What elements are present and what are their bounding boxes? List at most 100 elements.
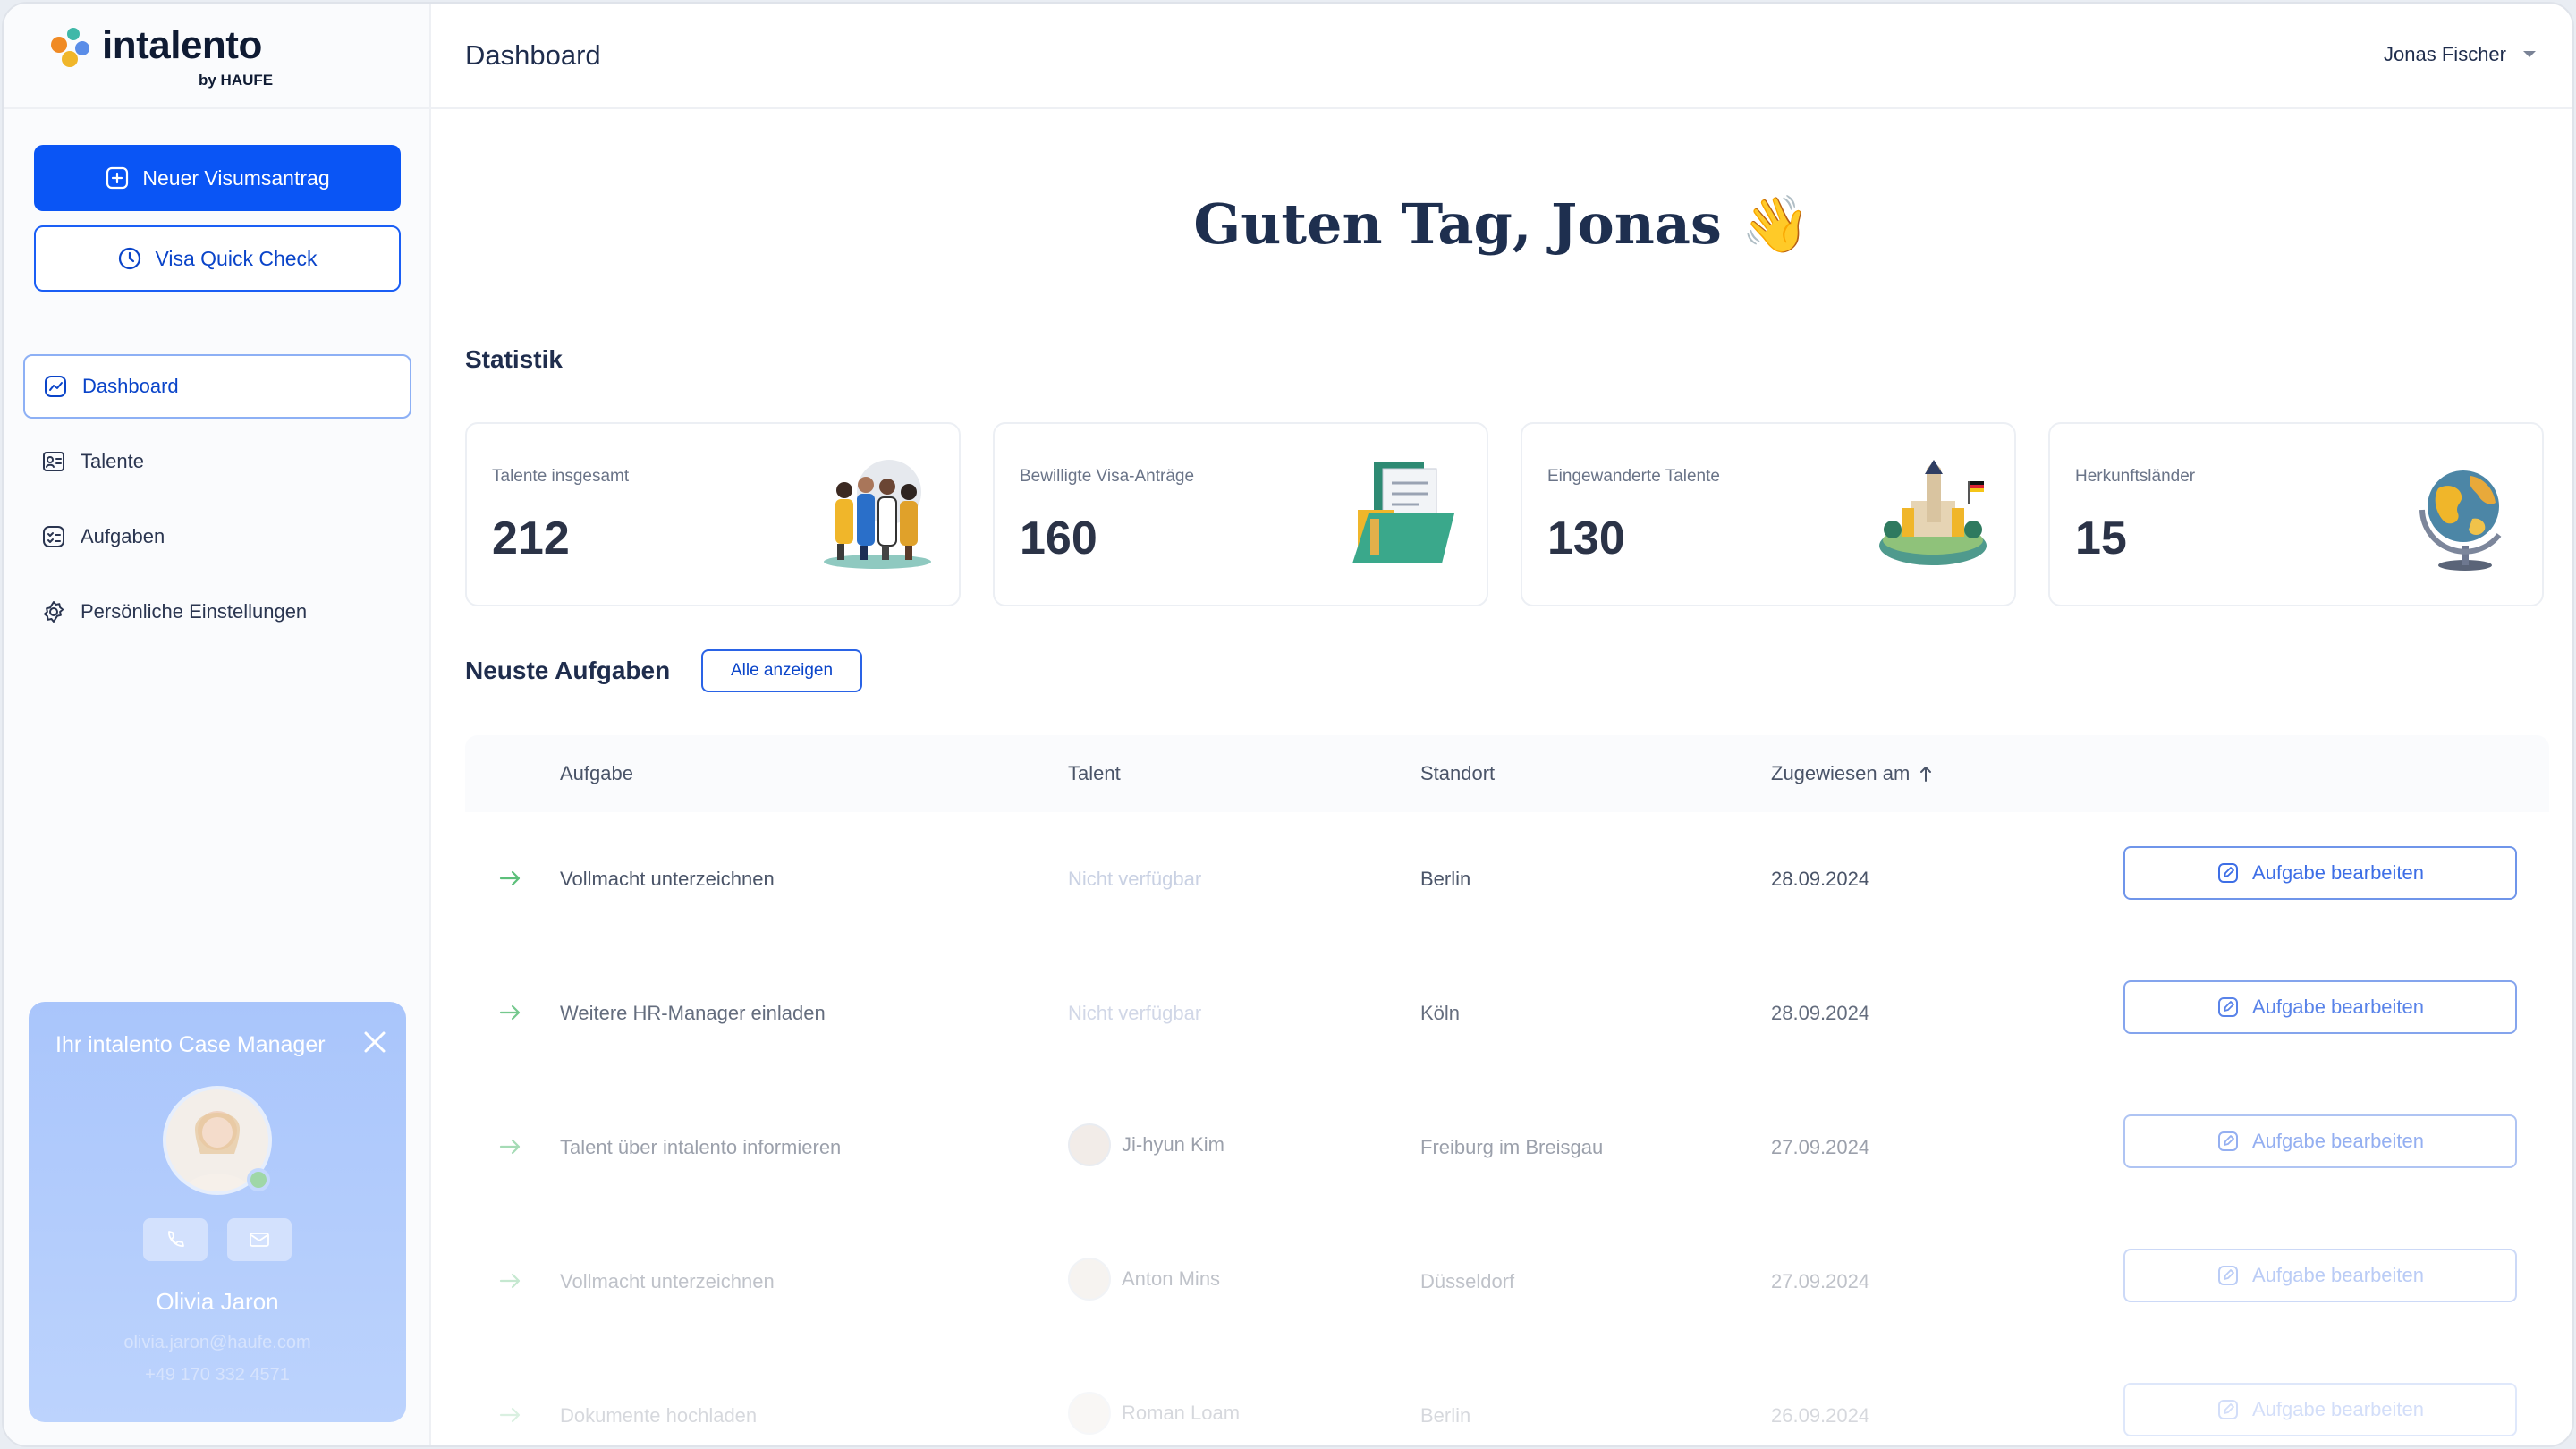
chevron-down-icon (2523, 51, 2536, 57)
table-header: Aufgabe Talent Standort Zugewiesen am (465, 735, 2549, 812)
stat-card-immigrated: Eingewanderte Talente 130 (1521, 422, 2016, 606)
brand-name: intalento (102, 23, 262, 67)
stat-label: Herkunftsländer (2075, 467, 2196, 486)
assigned-date: 27.09.2024 (1771, 1136, 1870, 1158)
edit-task-label: Aufgabe bearbeiten (2251, 1130, 2425, 1152)
stat-card-talents: Talente insgesamt 212 (465, 422, 961, 606)
task-name: Vollmacht unterzeichnen (560, 1270, 775, 1292)
new-visa-button[interactable]: Neuer Visumsantrag (34, 145, 401, 211)
arrow-right-icon (499, 1004, 521, 1021)
table-row[interactable]: Talent über intalento informieren Ji-hyu… (465, 1080, 2549, 1215)
logo-bar: intalento by HAUFE (4, 4, 429, 109)
edit-task-button[interactable]: Aufgabe bearbeiten (2123, 980, 2517, 1034)
sidebar-item-settings[interactable]: Persönliche Einstellungen (23, 580, 411, 644)
edit-task-label: Aufgabe bearbeiten (2251, 861, 2425, 884)
edit-task-label: Aufgabe bearbeiten (2251, 1398, 2425, 1420)
column-header-location[interactable]: Standort (1420, 762, 1495, 785)
stat-value: 160 (1020, 513, 1097, 564)
talent-name: Ji-hyun Kim (1122, 1133, 1224, 1156)
task-name: Talent über intalento informieren (560, 1136, 842, 1158)
edit-task-label: Aufgabe bearbeiten (2251, 1264, 2425, 1286)
assigned-date: 28.09.2024 (1771, 1002, 1870, 1024)
edit-task-button[interactable]: Aufgabe bearbeiten (2123, 1249, 2517, 1302)
edit-icon (2217, 1400, 2238, 1419)
edit-icon (2217, 863, 2238, 883)
edit-task-button[interactable]: Aufgabe bearbeiten (2123, 1114, 2517, 1168)
app-window: intalento by HAUFE Neuer Visumsantrag Vi… (2, 2, 2574, 1447)
email-button[interactable] (227, 1218, 292, 1261)
case-manager-name: Olivia Jaron (156, 1288, 279, 1315)
close-icon[interactable] (361, 1029, 388, 1055)
location: Berlin (1420, 1404, 1471, 1427)
table-row[interactable]: Weitere HR-Manager einladen Nicht verfüg… (465, 946, 2549, 1080)
online-status-dot (247, 1168, 270, 1191)
column-header-date-label: Zugewiesen am (1771, 762, 1911, 784)
stat-label: Eingewanderte Talente (1547, 467, 1720, 486)
greeting: Guten Tag, Jonas 👋 (1193, 191, 1810, 257)
table-row[interactable]: Dokumente hochladen Roman Loam Berlin 26… (465, 1349, 2549, 1445)
task-name: Dokumente hochladen (560, 1404, 758, 1427)
edit-task-button[interactable]: Aufgabe bearbeiten (2123, 1383, 2517, 1436)
column-header-task[interactable]: Aufgabe (560, 762, 633, 785)
user-menu[interactable]: Jonas Fischer (2384, 43, 2537, 66)
task-name: Vollmacht unterzeichnen (560, 868, 775, 890)
assigned-date: 26.09.2024 (1771, 1404, 1870, 1427)
avatar (1068, 1123, 1111, 1166)
user-name: Jonas Fischer (2384, 43, 2506, 65)
gear-icon (43, 601, 64, 623)
edit-icon (2217, 1131, 2238, 1151)
location: Freiburg im Breisgau (1420, 1136, 1604, 1158)
stat-label: Talente insgesamt (492, 467, 630, 486)
chart-icon (45, 376, 66, 397)
sidebar-item-dashboard[interactable]: Dashboard (23, 354, 411, 419)
talent-cell: Ji-hyun Kim (1068, 1123, 1224, 1166)
edit-icon (2217, 1266, 2238, 1285)
sidebar-item-label: Persönliche Einstellungen (80, 600, 308, 623)
location: Düsseldorf (1420, 1270, 1515, 1292)
arrow-right-icon (499, 1273, 521, 1289)
tasks-title: Neuste Aufgaben (465, 657, 671, 684)
column-header-talent[interactable]: Talent (1068, 762, 1121, 785)
arrow-right-icon (499, 1407, 521, 1423)
folder-illustration-icon (1352, 462, 1454, 564)
sort-ascending-icon (1920, 767, 1932, 782)
show-all-tasks-button[interactable]: Alle anzeigen (701, 649, 862, 692)
avatar (1068, 1258, 1111, 1301)
table-row[interactable]: Vollmacht unterzeichnen Nicht verfügbar … (465, 812, 2549, 946)
location: Köln (1420, 1002, 1461, 1024)
talent-name: Roman Loam (1122, 1402, 1241, 1424)
sidebar-item-label: Aufgaben (80, 525, 165, 547)
sidebar-item-talente[interactable]: Talente (23, 429, 411, 494)
visa-quick-check-label: Visa Quick Check (155, 246, 318, 270)
case-manager-email[interactable]: olivia.jaron@haufe.com (29, 1333, 406, 1353)
sidebar-nav: Dashboard Talente Aufgaben Persönliche E… (23, 354, 411, 655)
talent-name: Nicht verfügbar (1068, 1002, 1202, 1024)
task-name: Weitere HR-Manager einladen (560, 1002, 826, 1024)
tasks-table: Aufgabe Talent Standort Zugewiesen am Vo… (465, 735, 2549, 1445)
stat-card-countries: Herkunftsländer 15 (2048, 422, 2544, 606)
talent-name: Nicht verfügbar (1068, 868, 1202, 890)
case-manager-card: Ihr intalento Case Manager Olivia Jaron … (29, 1002, 406, 1422)
id-card-icon (43, 452, 64, 471)
case-manager-phone[interactable]: +49 170 332 4571 (29, 1365, 406, 1385)
globe-illustration-icon (2419, 470, 2502, 571)
call-button[interactable] (143, 1218, 208, 1261)
stat-value: 212 (492, 513, 570, 564)
sidebar-item-aufgaben[interactable]: Aufgaben (23, 504, 411, 569)
stat-card-visa: Bewilligte Visa-Anträge 160 (993, 422, 1488, 606)
edit-task-label: Aufgabe bearbeiten (2251, 996, 2425, 1018)
table-row[interactable]: Vollmacht unterzeichnen Anton Mins Düsse… (465, 1215, 2549, 1349)
stat-value: 130 (1547, 513, 1625, 564)
avatar (1068, 1392, 1111, 1435)
edit-task-button[interactable]: Aufgabe bearbeiten (2123, 846, 2517, 900)
assigned-date: 27.09.2024 (1771, 1270, 1870, 1292)
castle-island-illustration-icon (1879, 460, 1987, 565)
checklist-icon (43, 526, 64, 547)
plus-square-icon (106, 166, 129, 190)
talent-cell: Roman Loam (1068, 1392, 1240, 1435)
brand-sub: by HAUFE (199, 72, 274, 89)
visa-quick-check-button[interactable]: Visa Quick Check (34, 225, 401, 292)
arrow-right-icon (499, 1139, 521, 1155)
stats-title: Statistik (465, 345, 563, 373)
column-header-date[interactable]: Zugewiesen am (1771, 762, 1933, 785)
